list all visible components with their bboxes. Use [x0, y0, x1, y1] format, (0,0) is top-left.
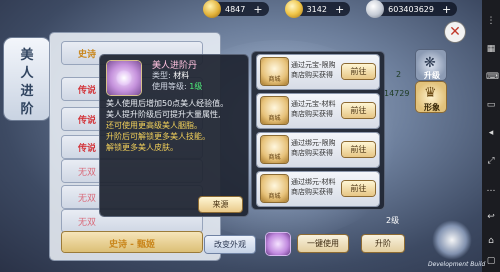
- title-char: 人: [20, 66, 34, 81]
- description-line: 美人提升阶级后可提升大量属性,: [106, 110, 221, 119]
- source-card: 商城 通过绑元-材料 商店购买获得 前往: [257, 172, 379, 206]
- item-type-label: 类型:: [152, 71, 171, 80]
- expand-icon[interactable]: ⤢: [486, 156, 496, 166]
- source-line: 商店购买获得: [291, 110, 333, 118]
- change-appearance-button[interactable]: 改变外观: [205, 236, 255, 253]
- item-description: 美人使用后增加50点美人经验值。 美人提升阶级后可提升大量属性, 还可使用更高级…: [106, 98, 246, 153]
- one-click-use-button[interactable]: 一键使用: [298, 235, 348, 252]
- back-icon[interactable]: ↩: [486, 212, 496, 222]
- source-card: 商城 通过元宝-材料 商店购买获得 前往: [257, 94, 379, 128]
- description-line: 解锁更多美人皮肤。: [106, 143, 178, 152]
- source-card: 商城 通过元宝-限购 商店购买获得 前往: [257, 55, 379, 89]
- dev-build-label: Development Build: [428, 261, 486, 268]
- source-text: 通过绑元-材料 商店购买获得: [291, 177, 341, 197]
- list-item-label: 无双: [78, 194, 97, 204]
- appearance-tab-label: 形象: [424, 103, 440, 112]
- appearance-icon: ♛: [424, 85, 437, 101]
- shop-icon: 商城: [261, 58, 288, 85]
- goto-button[interactable]: 前往: [342, 142, 375, 157]
- description-line: 升阶后可解锁更多美人技能。: [106, 132, 210, 141]
- menu-icon[interactable]: ⋮: [486, 16, 496, 26]
- shop-icon-label: 商城: [268, 193, 281, 200]
- item-tooltip: 美人进阶丹 类型: 材料 使用等级: 1级 美人使用后增加50点美人经验值。 美…: [100, 55, 248, 216]
- grid-icon[interactable]: ▦: [486, 44, 496, 54]
- title-char: 进: [20, 84, 34, 99]
- shop-icon-label: 商城: [268, 115, 281, 122]
- gold-ingot-icon: [284, 0, 303, 18]
- item-level-label: 使用等级:: [152, 82, 187, 91]
- screen-icon[interactable]: ▭: [486, 100, 496, 110]
- item-type-value: 材料: [173, 71, 190, 80]
- list-item-label: 传说: [78, 86, 97, 96]
- gold-value: 4847: [225, 4, 246, 14]
- source-line: 通过元宝-限购: [291, 61, 336, 69]
- lotus-decoration: [432, 220, 472, 260]
- source-card: 商城 通过绑元-限购 商店购买获得 前往: [257, 133, 379, 167]
- shop-icon-label: 商城: [268, 76, 281, 83]
- title-char: 阶: [20, 102, 34, 117]
- silver-value: 603403629: [388, 4, 434, 14]
- silver-coin-icon: [366, 0, 385, 18]
- item-level-value: 1级: [189, 82, 203, 91]
- add-silver-button[interactable]: +: [442, 3, 451, 16]
- list-item-label: 无双: [78, 168, 97, 178]
- add-ingot-button[interactable]: +: [335, 3, 344, 16]
- source-text: 通过元宝-材料 商店购买获得: [291, 99, 341, 119]
- side-number: 14729: [384, 89, 410, 98]
- advance-button[interactable]: 升阶: [362, 235, 404, 252]
- home-icon[interactable]: ⌂: [486, 236, 496, 246]
- page-title: 美 人 进 阶: [4, 38, 50, 120]
- selected-beauty-tab[interactable]: 史诗 - 甄姬: [62, 232, 202, 252]
- add-gold-button[interactable]: +: [253, 3, 262, 16]
- close-button[interactable]: ✕: [445, 22, 465, 42]
- source-button[interactable]: 来源: [199, 197, 242, 212]
- side-number: 2: [396, 70, 402, 79]
- advancement-pill-icon: [107, 61, 141, 95]
- goto-button[interactable]: 前往: [342, 64, 375, 79]
- gold-coin-icon: [203, 0, 221, 18]
- source-text: 通过绑元-限购 商店购买获得: [291, 138, 341, 158]
- shop-icon: 商城: [261, 175, 288, 202]
- resource-bar: 4847 + 3142 + 603403629 +: [203, 0, 458, 18]
- source-line: 商店购买获得: [291, 188, 333, 196]
- source-line: 通过绑元-限购: [291, 139, 336, 147]
- resource-gold: 4847 +: [203, 0, 269, 18]
- source-line: 通过绑元-材料: [291, 178, 336, 186]
- list-item-label: 无双: [78, 218, 97, 228]
- source-line: 商店购买获得: [291, 71, 333, 79]
- upgrade-tab-label: 升级: [424, 71, 440, 80]
- source-list-panel: 商城 通过元宝-限购 商店购买获得 前往 商城 通过元宝-材料 商店购买获得 前往 …: [252, 52, 384, 209]
- system-nav-bar: ⋮ ▦ ⌨ ▭ ◂ ⤢ … ↩ ⌂ ▢: [482, 0, 500, 272]
- recent-apps-icon[interactable]: ▢: [486, 256, 496, 266]
- shop-icon: 商城: [261, 97, 288, 124]
- resource-ingot: 3142 +: [284, 0, 351, 18]
- upgrade-icon: ❋: [424, 55, 436, 71]
- resource-silver: 603403629 +: [366, 0, 458, 18]
- list-item-label: 史诗: [78, 50, 97, 60]
- selected-beauty-label: 史诗 - 甄姬: [108, 240, 155, 250]
- item-slot[interactable]: [266, 233, 290, 255]
- shop-icon: 商城: [261, 136, 288, 163]
- source-line: 商店购买获得: [291, 149, 333, 157]
- list-item-label: 传说: [78, 116, 97, 126]
- description-line: 美人使用后增加50点美人经验值。: [106, 99, 229, 108]
- volume-icon[interactable]: ◂: [486, 128, 496, 138]
- goto-button[interactable]: 前往: [342, 103, 375, 118]
- goto-button[interactable]: 前往: [342, 181, 375, 196]
- description-line: 还可使用更高级美人胭脂。: [106, 121, 202, 130]
- title-char: 美: [20, 48, 34, 63]
- list-item-label: 传说: [78, 144, 97, 154]
- source-line: 通过元宝-材料: [291, 100, 336, 108]
- item-type-row: 类型: 材料: [152, 70, 189, 81]
- ingot-value: 3142: [306, 4, 327, 14]
- more-icon[interactable]: …: [486, 184, 496, 194]
- keyboard-icon[interactable]: ⌨: [486, 72, 499, 82]
- item-level-row: 使用等级: 1级: [152, 81, 202, 92]
- shop-icon-label: 商城: [268, 154, 281, 161]
- level-label: 2级: [386, 216, 400, 225]
- source-text: 通过元宝-限购 商店购买获得: [291, 60, 341, 80]
